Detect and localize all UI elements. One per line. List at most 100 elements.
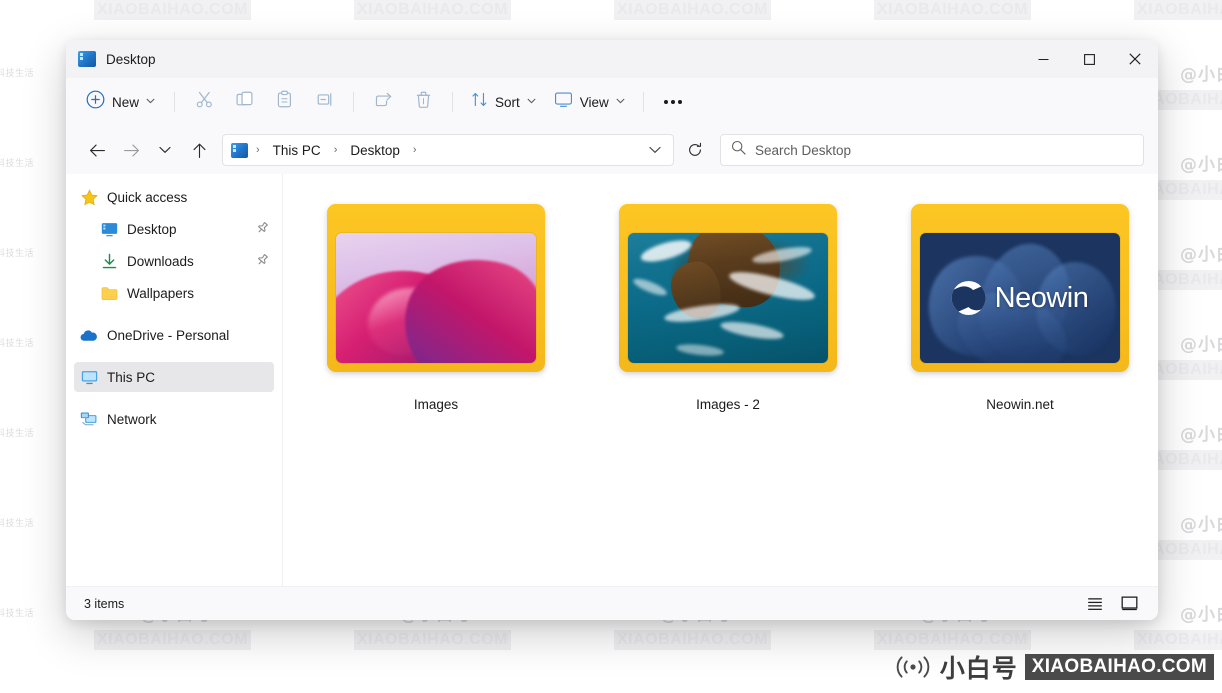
list-view-button[interactable] bbox=[1080, 591, 1110, 617]
ellipsis-icon bbox=[663, 100, 682, 104]
pin-icon[interactable] bbox=[251, 219, 271, 240]
sidebar-item-quick-access[interactable]: Quick access bbox=[74, 182, 274, 212]
watermark-text-en: XIAOBAIHAO.COM bbox=[874, 0, 1031, 20]
share-button[interactable] bbox=[363, 85, 403, 119]
watermark-text-cn: @小白号关注更多科技生活 bbox=[1180, 155, 1222, 175]
paste-button[interactable] bbox=[264, 85, 304, 119]
pin-icon[interactable] bbox=[251, 251, 271, 272]
window-title: Desktop bbox=[106, 51, 156, 67]
view-button-label: View bbox=[579, 94, 609, 110]
up-button[interactable] bbox=[182, 134, 216, 166]
sidebar-item-wallpapers[interactable]: Wallpapers bbox=[74, 278, 274, 308]
copy-button[interactable] bbox=[224, 85, 264, 119]
breadcrumb-separator: › bbox=[412, 144, 417, 156]
icon-grid: Images Images - 2 Neowin Neowin.net bbox=[303, 192, 1158, 414]
wave-highlight-secondary bbox=[440, 305, 532, 363]
cloud-icon bbox=[80, 326, 98, 344]
folder-item-images[interactable]: Images bbox=[303, 192, 569, 414]
file-list-area[interactable]: Images Images - 2 Neowin Neowin.net bbox=[283, 174, 1158, 586]
watermark-text-en: XIAOBAIHAO.COM bbox=[874, 630, 1031, 650]
address-dropdown-button[interactable] bbox=[641, 137, 669, 163]
large-icons-view-button[interactable] bbox=[1114, 591, 1144, 617]
toolbar-divider bbox=[452, 92, 454, 112]
address-bar[interactable]: › This PC › Desktop › bbox=[222, 134, 674, 166]
folder-icon bbox=[100, 284, 118, 302]
item-count-label: 3 items bbox=[84, 596, 125, 611]
breadcrumb-separator: › bbox=[333, 144, 338, 156]
recent-locations-button[interactable] bbox=[148, 134, 182, 166]
navigation-bar: › This PC › Desktop › Search Desktop bbox=[66, 126, 1158, 174]
see-more-button[interactable] bbox=[653, 85, 693, 119]
folder-item-neowin[interactable]: Neowin Neowin.net bbox=[887, 192, 1153, 414]
clipboard-icon bbox=[275, 90, 294, 114]
sidebar-item-label: Downloads bbox=[127, 253, 194, 269]
sort-button[interactable]: Sort bbox=[462, 86, 545, 118]
desktop-monitor-icon bbox=[78, 51, 96, 67]
watermark-text-cn: @小白号关注更多科技生活 bbox=[1180, 245, 1222, 265]
neowin-wordmark: Neowin bbox=[994, 281, 1089, 314]
sidebar-item-label: OneDrive - Personal bbox=[107, 327, 230, 343]
desktop-icon bbox=[100, 220, 118, 238]
watermark-text-cn: @小白号关注更多科技生活 bbox=[0, 519, 35, 529]
sidebar-item-downloads[interactable]: Downloads bbox=[74, 246, 274, 276]
toolbar-divider bbox=[353, 92, 355, 112]
sort-arrows-icon bbox=[471, 91, 488, 113]
close-button[interactable] bbox=[1112, 40, 1158, 78]
star-icon bbox=[80, 188, 98, 206]
rename-button[interactable] bbox=[304, 85, 344, 119]
folder-thumbnail: Neowin bbox=[919, 232, 1121, 364]
share-icon bbox=[374, 90, 393, 114]
status-bar: 3 items bbox=[66, 586, 1158, 620]
command-bar: New Sort View bbox=[66, 78, 1158, 126]
sidebar-item-label: This PC bbox=[107, 369, 156, 385]
neowin-logo-lockup: Neowin bbox=[951, 281, 1089, 315]
new-button[interactable]: New bbox=[78, 86, 165, 118]
sort-button-label: Sort bbox=[495, 94, 520, 110]
copy-icon bbox=[235, 90, 254, 114]
sidebar-item-label: Desktop bbox=[127, 221, 177, 237]
maximize-button[interactable] bbox=[1066, 40, 1112, 78]
search-input[interactable]: Search Desktop bbox=[720, 134, 1144, 166]
breadcrumb-this-pc[interactable]: This PC bbox=[268, 140, 326, 161]
watermark-text-cn: @小白号关注更多科技生活 bbox=[0, 339, 35, 349]
view-button[interactable]: View bbox=[545, 86, 634, 118]
thispc-icon bbox=[80, 368, 98, 386]
sidebar-item-label: Wallpapers bbox=[127, 285, 195, 301]
watermark-text-cn: @小白号关注更多科技生活 bbox=[0, 609, 35, 619]
sea-foam bbox=[631, 276, 669, 300]
back-button[interactable] bbox=[80, 134, 114, 166]
delete-button[interactable] bbox=[403, 85, 443, 119]
watermark-text-cn: @小白号关注更多科技生活 bbox=[1180, 425, 1222, 445]
sidebar-item-network[interactable]: Network bbox=[74, 404, 274, 434]
plus-circle-icon bbox=[86, 90, 105, 114]
cut-button[interactable] bbox=[184, 85, 224, 119]
brand-watermark: 小白号 XIAOBAIHAO.COM bbox=[893, 649, 1214, 685]
sidebar-item-desktop[interactable]: Desktop bbox=[74, 214, 274, 244]
forward-button[interactable] bbox=[114, 134, 148, 166]
folder-thumbnail bbox=[627, 232, 829, 364]
sidebar-item-label: Quick access bbox=[107, 189, 188, 205]
minimize-button[interactable] bbox=[1020, 40, 1066, 78]
toolbar-divider bbox=[174, 92, 176, 112]
desktop-monitor-icon bbox=[231, 142, 248, 158]
sidebar-item-onedrive[interactable]: OneDrive - Personal bbox=[74, 320, 274, 350]
search-icon bbox=[731, 140, 746, 160]
view-toggle-group bbox=[1080, 591, 1144, 617]
brand-domain-badge: XIAOBAIHAO.COM bbox=[1024, 654, 1214, 680]
refresh-button[interactable] bbox=[678, 134, 712, 166]
breadcrumb-desktop[interactable]: Desktop bbox=[345, 140, 405, 161]
breadcrumb-separator: › bbox=[256, 144, 260, 156]
scissors-icon bbox=[195, 90, 214, 114]
brand-chinese-text: 小白号 bbox=[939, 654, 1018, 683]
watermark-text-cn: @小白号关注更多科技生活 bbox=[1180, 335, 1222, 355]
sidebar-item-this-pc[interactable]: This PC bbox=[74, 362, 274, 392]
watermark-text-en: XIAOBAIHAO.COM bbox=[614, 0, 771, 20]
window-controls bbox=[1020, 40, 1158, 78]
watermark-text-cn: @小白号关注更多科技生活 bbox=[0, 159, 35, 169]
sidebar-item-label: Network bbox=[107, 411, 157, 427]
watermark-text-en: XIAOBAIHAO.COM bbox=[94, 0, 251, 20]
folder-label: Images - 2 bbox=[696, 397, 760, 412]
folder-item-images-2[interactable]: Images - 2 bbox=[595, 192, 861, 414]
